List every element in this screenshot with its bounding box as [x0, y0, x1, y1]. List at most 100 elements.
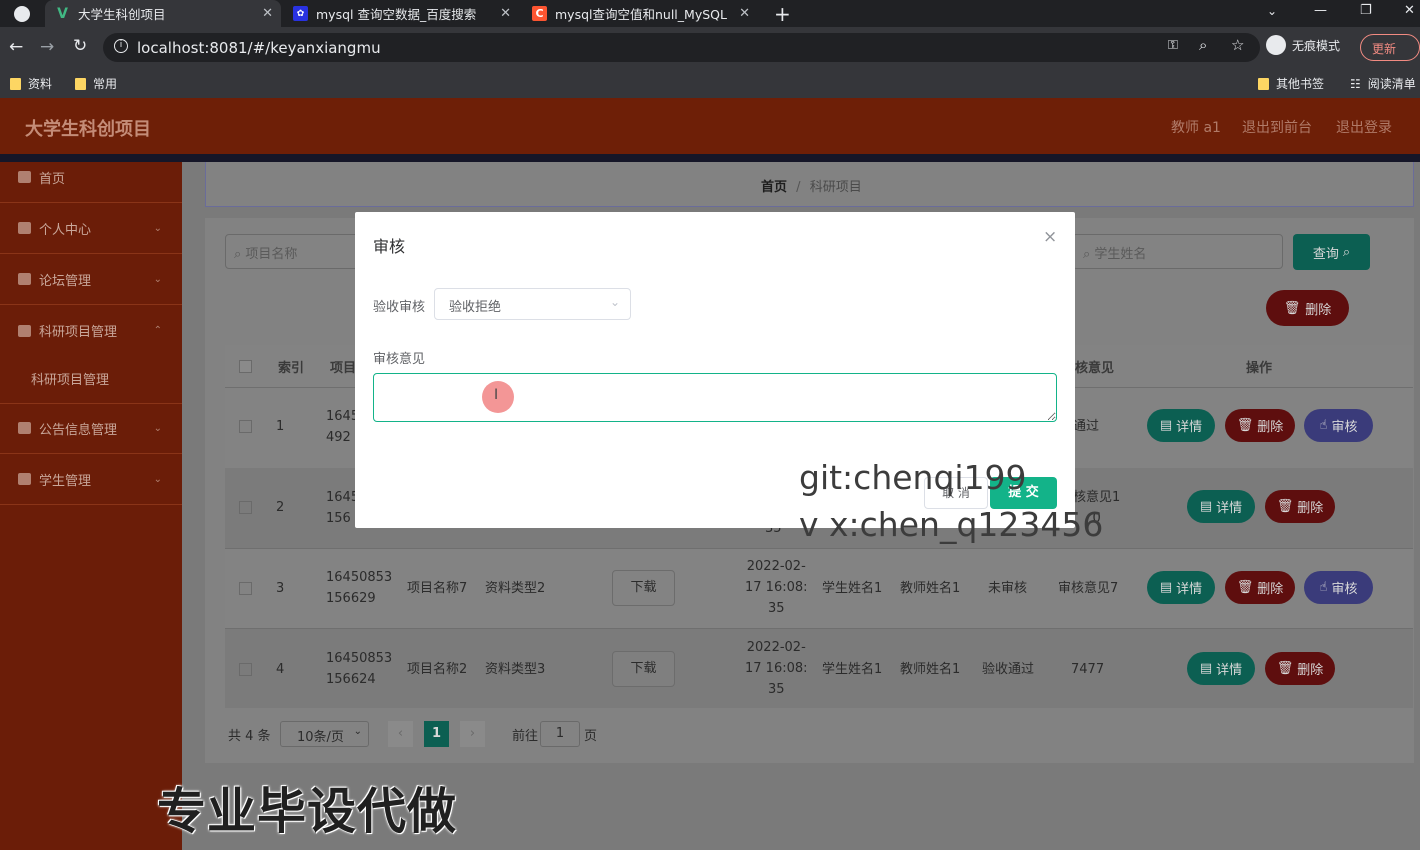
- sidebar-item-label: 论坛管理: [39, 273, 92, 289]
- sidebar-item-profile[interactable]: 个人中心 ⌄: [0, 203, 182, 254]
- row-opinion: 7477: [1071, 662, 1105, 677]
- update-label: 更新: [1372, 42, 1397, 56]
- chevron-down-icon: ⌄: [609, 295, 620, 309]
- tab-search-icon[interactable]: ⌄: [1267, 4, 1277, 18]
- detail-button[interactable]: ▤ 详情: [1147, 571, 1215, 604]
- project-name-search-input[interactable]: ⌕ 项目名称: [225, 234, 365, 269]
- bulk-delete-button[interactable]: 🗑 删除: [1266, 290, 1349, 326]
- star-icon[interactable]: ☆: [1231, 36, 1244, 54]
- header-index: 索引: [278, 361, 305, 376]
- chevron-down-icon: ⌄: [153, 422, 162, 434]
- bookmark-label: 常用: [93, 77, 118, 91]
- page-size-select[interactable]: 10条/页 ⌄: [280, 721, 369, 747]
- tab-title: mysql查询空值和null_MySQL数: [555, 7, 727, 22]
- logout-link[interactable]: 退出登录: [1336, 117, 1392, 137]
- minimize-icon[interactable]: —: [1314, 3, 1327, 18]
- audit-button[interactable]: ☝ 审核: [1304, 571, 1373, 604]
- next-page-button[interactable]: ›: [460, 721, 485, 747]
- forward-icon[interactable]: →: [40, 37, 54, 57]
- thumb-icon: ☝: [1319, 580, 1328, 595]
- back-icon[interactable]: ←: [9, 37, 23, 57]
- zoom-icon[interactable]: ⌕: [1199, 36, 1207, 54]
- detail-button[interactable]: ▤ 详情: [1187, 652, 1255, 685]
- row-teacher: 教师姓名1: [900, 662, 961, 677]
- chevron-down-icon: ⌄: [153, 273, 162, 285]
- breadcrumb-separator: /: [796, 180, 801, 195]
- restore-icon[interactable]: ❐: [1360, 3, 1372, 18]
- download-button[interactable]: 下载: [612, 570, 675, 606]
- address-bar[interactable]: i localhost:8081/#/keyanxiangmu: [103, 33, 1260, 62]
- sidebar-item-notice[interactable]: 公告信息管理 ⌄: [0, 403, 182, 454]
- bulk-delete-label: 删除: [1305, 302, 1332, 318]
- info-icon[interactable]: i: [114, 39, 128, 53]
- browser-tab-bar: V 大学生科创项目 ✕ ✿ mysql 查询空数据_百度搜索 ✕ C mysql…: [0, 0, 1420, 27]
- goto-page-input[interactable]: 1: [540, 721, 580, 747]
- menu-icon: [18, 422, 31, 434]
- browser-menu-icon[interactable]: [14, 6, 30, 22]
- document-icon: ▤: [1199, 499, 1213, 514]
- tab-csdn[interactable]: C mysql查询空值和null_MySQL数 ✕: [522, 0, 758, 27]
- download-button[interactable]: 下载: [612, 651, 675, 687]
- project-name-placeholder: 项目名称: [245, 247, 298, 262]
- document-icon: ▤: [1159, 580, 1173, 595]
- audit-result-value: 验收拒绝: [449, 300, 502, 315]
- sidebar-item-research[interactable]: 科研项目管理 ⌃: [0, 305, 182, 356]
- tab-baidu[interactable]: ✿ mysql 查询空数据_百度搜索 ✕: [283, 0, 519, 27]
- sidebar-item-forum[interactable]: 论坛管理 ⌄: [0, 254, 182, 305]
- key-icon[interactable]: ⚿: [1168, 38, 1178, 53]
- incognito-icon: [1266, 35, 1286, 55]
- folder-icon: [10, 77, 21, 90]
- prev-page-button[interactable]: ‹: [388, 721, 413, 747]
- tab-close-icon[interactable]: ✕: [739, 6, 750, 21]
- select-all-checkbox[interactable]: [239, 360, 252, 373]
- document-icon: ▤: [1199, 661, 1213, 676]
- incognito-badge[interactable]: 无痕模式: [1266, 35, 1340, 55]
- breadcrumb-home[interactable]: 首页: [761, 180, 787, 195]
- delete-button[interactable]: 🗑 删除: [1225, 571, 1295, 604]
- row-student: 学生姓名1: [822, 662, 883, 677]
- row-checkbox[interactable]: [239, 663, 252, 676]
- student-name-placeholder: 学生姓名: [1094, 247, 1147, 262]
- sidebar-subitem-research-manage[interactable]: 科研项目管理: [0, 353, 182, 404]
- audit-result-select[interactable]: 验收拒绝 ⌄: [434, 288, 631, 320]
- row-type: 资料类型3: [485, 662, 546, 677]
- row-checkbox[interactable]: [239, 420, 252, 433]
- audit-button[interactable]: ☝ 审核: [1304, 409, 1373, 442]
- other-bookmarks[interactable]: 其他书签: [1258, 75, 1324, 92]
- tab-active[interactable]: V 大学生科创项目 ✕: [45, 0, 281, 27]
- student-name-search-input[interactable]: ⌕ 学生姓名: [1072, 234, 1283, 269]
- detail-button[interactable]: ▤ 详情: [1147, 409, 1215, 442]
- row-checkbox[interactable]: [239, 582, 252, 595]
- exit-to-frontend-link[interactable]: 退出到前台: [1242, 117, 1312, 137]
- row-name: 项目名称7: [407, 581, 468, 596]
- reading-list[interactable]: ☷ 阅读清单: [1350, 75, 1416, 92]
- cursor-indicator: I: [482, 381, 514, 413]
- reload-icon[interactable]: ↻: [73, 36, 87, 56]
- dialog-title: 审核: [373, 237, 406, 256]
- header-actions: 操作: [1246, 361, 1273, 376]
- dialog-close-button[interactable]: ×: [1043, 227, 1057, 247]
- chevron-down-icon: ⌄: [153, 222, 162, 234]
- delete-button[interactable]: 🗑 删除: [1265, 490, 1335, 523]
- window-close-icon[interactable]: ✕: [1404, 3, 1415, 18]
- sidebar-item-home[interactable]: 首页: [0, 152, 182, 203]
- chevron-down-icon: ⌄: [353, 726, 362, 737]
- audit-field-label: 验收审核: [373, 300, 426, 315]
- trash-icon: 🗑: [1236, 418, 1254, 433]
- bookmark-folder[interactable]: 资料: [10, 75, 52, 92]
- tab-close-icon[interactable]: ✕: [262, 6, 273, 21]
- delete-button[interactable]: 🗑 删除: [1265, 652, 1335, 685]
- tab-close-icon[interactable]: ✕: [500, 6, 511, 21]
- page-button-current[interactable]: 1: [424, 721, 449, 747]
- header-project: 项目: [330, 361, 357, 376]
- delete-button[interactable]: 🗑 删除: [1225, 409, 1295, 442]
- opinion-textarea[interactable]: [373, 373, 1057, 422]
- detail-button[interactable]: ▤ 详情: [1187, 490, 1255, 523]
- query-button[interactable]: 查询 ⌕: [1293, 234, 1370, 270]
- bookmark-folder[interactable]: 常用: [75, 75, 117, 92]
- row-checkbox[interactable]: [239, 501, 252, 514]
- new-tab-button[interactable]: +: [774, 2, 791, 26]
- row-teacher: 教师姓名1: [900, 581, 961, 596]
- sidebar-item-students[interactable]: 学生管理 ⌄: [0, 454, 182, 505]
- update-button[interactable]: 更新: [1360, 34, 1420, 61]
